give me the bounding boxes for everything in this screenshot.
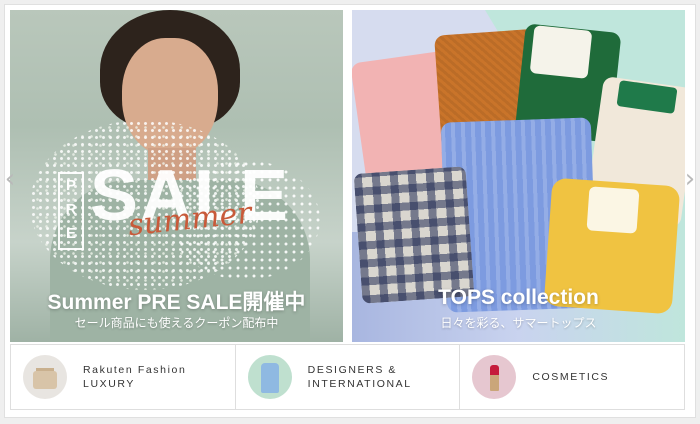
carousel-next-icon[interactable]: › [682,164,698,194]
category-designers-link[interactable]: DESIGNERS & INTERNATIONAL [236,345,461,409]
banner-subtitle: 日々を彩る、サマートップス [440,316,597,330]
white-collar [529,25,593,79]
category-label: Rakuten Fashion LUXURY [83,364,187,390]
category-label: DESIGNERS & INTERNATIONAL [307,364,412,390]
luxury-bag-icon [23,355,67,399]
category-links: Rakuten Fashion LUXURY DESIGNERS & INTER… [10,344,685,410]
category-label: COSMETICS [532,371,610,383]
carousel-prev-icon[interactable]: ‹ [2,164,18,194]
pre-logo-box: P R E [58,172,84,250]
category-luxury-link[interactable]: Rakuten Fashion LUXURY [11,345,236,409]
banner-tops-collection[interactable]: TOPS collection 日々を彩る、サマートップス [352,10,685,342]
banner-title: Summer PRE SALE開催中 [47,291,306,314]
pre-letter-e: E [65,225,76,242]
lipstick-icon [472,355,517,399]
lace-collar [586,186,640,234]
banner-title: TOPS collection [438,286,599,309]
pre-letter-r: R [65,201,77,218]
banner-summer-pre-sale[interactable]: P R E SALE summer Summer PRE SALE開催中 セール… [10,10,343,342]
category-cosmetics-link[interactable]: COSMETICS [460,345,684,409]
pre-letter-p: P [65,177,76,194]
plaid-shirt [353,166,475,304]
designer-shirt-icon [247,355,292,399]
banner-subtitle: セール商品にも使えるクーポン配布中 [74,316,279,330]
